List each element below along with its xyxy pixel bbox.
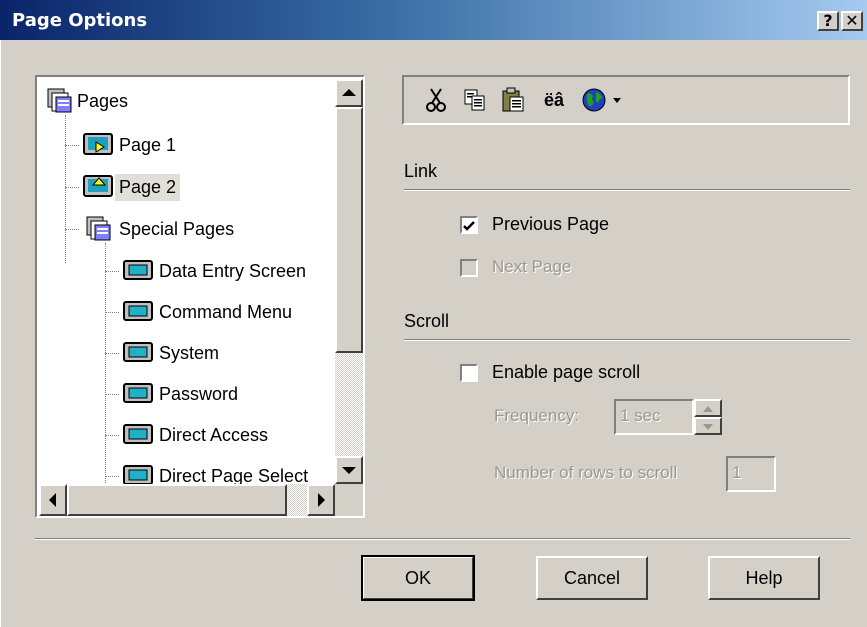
tree-item-password[interactable]: Password — [123, 378, 242, 410]
tree-item-label: Page 2 — [115, 173, 181, 201]
vertical-scrollbar[interactable] — [335, 79, 363, 484]
enable-page-scroll-checkbox[interactable] — [460, 364, 478, 382]
arrow-right-icon — [318, 493, 325, 507]
tree-item-label: Command Menu — [159, 301, 293, 322]
tree-connector — [105, 353, 119, 354]
arrow-down-icon — [703, 424, 713, 430]
enable-page-scroll-label: Enable page scroll — [492, 362, 641, 382]
tree-item-label: Pages — [77, 90, 129, 111]
link-heading: Link — [404, 161, 438, 181]
page-icon — [83, 133, 113, 155]
scrollbar-corner — [335, 484, 363, 516]
tree-item-label: Special Pages — [119, 218, 235, 239]
close-button[interactable]: ✕ — [841, 11, 863, 31]
dropdown-arrow-icon[interactable] — [610, 87, 624, 113]
previous-page-checkbox[interactable] — [460, 216, 478, 234]
frequency-down-button[interactable] — [694, 417, 722, 435]
page-icon — [83, 175, 113, 197]
screen-icon — [123, 383, 153, 403]
tree-item-label: Password — [159, 383, 239, 404]
screen-icon — [123, 260, 153, 280]
page-options-dialog: Page Options ? ✕ Pages Page 1 Page 2 Spe… — [0, 0, 867, 627]
link-separator — [404, 189, 850, 191]
tree-item-label: Direct Access — [159, 424, 269, 445]
checkmark-icon — [463, 221, 475, 231]
frequency-field[interactable]: 1 sec — [614, 399, 694, 435]
tree-item-label: Data Entry Screen — [159, 260, 307, 281]
tree-item-system[interactable]: System — [123, 337, 223, 369]
tree-item-label: System — [159, 342, 220, 363]
text-toolbar: ëâ — [402, 75, 850, 125]
tree-connector — [105, 312, 119, 313]
frequency-up-button[interactable] — [694, 399, 722, 417]
arrow-down-icon — [342, 467, 356, 474]
arrow-left-icon — [49, 493, 56, 507]
frequency-label: Frequency: — [494, 406, 580, 425]
help-button[interactable]: Help — [708, 556, 820, 600]
vertical-scroll-thumb[interactable] — [335, 107, 363, 353]
screen-icon — [123, 424, 153, 444]
tree-item-direct-access[interactable]: Direct Access — [123, 419, 272, 451]
tree-connector — [65, 229, 79, 230]
next-page-label: Next Page — [492, 257, 572, 276]
tree-connector — [65, 187, 79, 188]
tree-item-page-1[interactable]: Page 1 — [83, 129, 180, 161]
arrow-up-icon — [342, 89, 356, 96]
paste-icon[interactable] — [500, 87, 526, 113]
tree-connector — [105, 271, 119, 272]
title-bar[interactable]: Page Options ? ✕ — [0, 0, 867, 40]
tree-item-page-2[interactable]: Page 2 — [83, 171, 181, 203]
scroll-up-button[interactable] — [335, 79, 363, 107]
pages-folder-icon — [86, 216, 111, 241]
pages-tree[interactable]: Pages Page 1 Page 2 Special Pages Data E… — [35, 75, 365, 518]
dialog-title: Page Options — [12, 10, 148, 31]
copy-icon[interactable] — [462, 87, 488, 113]
rows-to-scroll-field[interactable]: 1 — [726, 456, 776, 492]
horizontal-scrollbar[interactable] — [39, 484, 335, 516]
help-title-button[interactable]: ? — [817, 11, 839, 31]
scroll-separator — [404, 339, 850, 341]
tree-connector — [65, 145, 79, 146]
screen-icon — [123, 301, 153, 321]
pages-folder-icon — [47, 88, 72, 113]
scroll-left-button[interactable] — [39, 484, 67, 516]
ok-button[interactable]: OK — [361, 555, 475, 601]
tree-connector — [105, 435, 119, 436]
scroll-down-button[interactable] — [335, 456, 363, 484]
globe-icon[interactable] — [580, 87, 608, 113]
tree-item-data-entry-screen[interactable]: Data Entry Screen — [123, 255, 310, 287]
tree-item-special-pages[interactable]: Special Pages — [83, 213, 238, 245]
tree-item-direct-page-select[interactable]: Direct Page Select — [123, 460, 312, 484]
horizontal-scroll-thumb[interactable] — [67, 484, 287, 516]
tree-connector — [65, 115, 66, 263]
special-chars-icon[interactable]: ëâ — [536, 87, 572, 113]
tree-content: Pages Page 1 Page 2 Special Pages Data E… — [39, 79, 335, 484]
buttons-separator — [35, 538, 850, 540]
tree-item-pages[interactable]: Pages — [47, 85, 132, 117]
scroll-heading: Scroll — [404, 311, 450, 331]
screen-icon — [123, 342, 153, 362]
tree-connector — [105, 243, 106, 484]
tree-connector — [105, 476, 119, 477]
rows-to-scroll-label: Number of rows to scroll — [494, 463, 678, 482]
screen-icon — [123, 465, 153, 484]
scroll-right-button[interactable] — [307, 484, 335, 516]
tree-connector — [105, 394, 119, 395]
tree-item-label: Page 1 — [119, 134, 177, 155]
previous-page-label: Previous Page — [492, 214, 610, 234]
next-page-checkbox[interactable] — [460, 259, 478, 277]
tree-item-label: Direct Page Select — [159, 465, 309, 485]
cut-icon[interactable] — [424, 87, 448, 113]
tree-item-command-menu[interactable]: Command Menu — [123, 296, 296, 328]
arrow-up-icon — [703, 406, 713, 412]
cancel-button[interactable]: Cancel — [536, 556, 648, 600]
